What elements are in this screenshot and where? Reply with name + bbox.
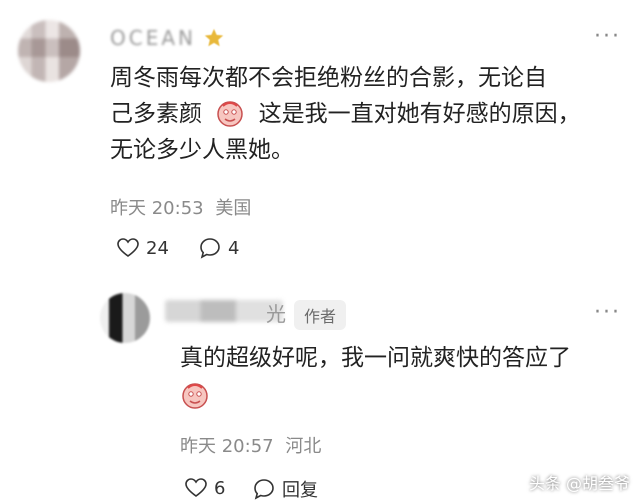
comment-meta: 昨天 20:53 美国 xyxy=(110,194,251,220)
emoji-face-icon xyxy=(217,100,244,127)
reply-username-fragment: 光 xyxy=(266,302,286,326)
username-row[interactable]: OCEAN xyxy=(110,26,225,50)
reply-count: 4 xyxy=(228,237,240,259)
comment-line-2: 己多素颜 这是我一直对她有好感的原因， xyxy=(110,96,620,132)
heart-icon xyxy=(185,478,207,497)
reply-label: 回复 xyxy=(282,480,318,501)
comment-line-3: 无论多少人黑她。 xyxy=(110,137,294,163)
reply-time: 昨天 20:57 xyxy=(180,436,274,457)
like-count: 24 xyxy=(146,237,169,259)
comment-location: 美国 xyxy=(215,198,252,219)
comment-time: 昨天 20:53 xyxy=(110,198,204,219)
reply-button[interactable]: 回复 xyxy=(252,476,318,502)
reply-more-icon[interactable]: ··· xyxy=(594,300,621,325)
author-badge: 作者 xyxy=(294,300,347,330)
more-icon[interactable]: ··· xyxy=(594,24,621,49)
avatar[interactable] xyxy=(18,20,80,82)
reply-count-button[interactable]: 4 xyxy=(198,236,239,260)
username[interactable]: OCEAN xyxy=(110,26,196,50)
reply-meta: 昨天 20:57 河北 xyxy=(180,432,321,458)
reply-like-count: 6 xyxy=(214,477,226,499)
comment-bubble-icon xyxy=(200,238,220,259)
star-icon xyxy=(204,28,224,46)
reply-location: 河北 xyxy=(285,436,322,457)
comment-line-2a: 己多素颜 xyxy=(110,101,202,127)
like-button[interactable]: 24 xyxy=(116,236,169,260)
reply-avatar[interactable] xyxy=(100,293,150,343)
heart-icon xyxy=(117,238,139,257)
emoji-face-icon xyxy=(182,383,208,409)
comment-line-2b: 这是我一直对她有好感的原因， xyxy=(258,101,581,127)
watermark: 头条 @胡叁爷 xyxy=(528,474,630,493)
reply-like-button[interactable]: 6 xyxy=(184,476,225,500)
comment-line-1: 周冬雨每次都不会拒绝粉丝的合影，无论自 xyxy=(110,65,547,91)
comment-bubble-icon xyxy=(254,479,274,500)
reply-text: 真的超级好呢，我一问就爽快的答应了 xyxy=(180,345,571,371)
comment-text: 周冬雨每次都不会拒绝粉丝的合影，无论自 己多素颜 这是我一直对她有好感的原因， … xyxy=(110,60,620,168)
